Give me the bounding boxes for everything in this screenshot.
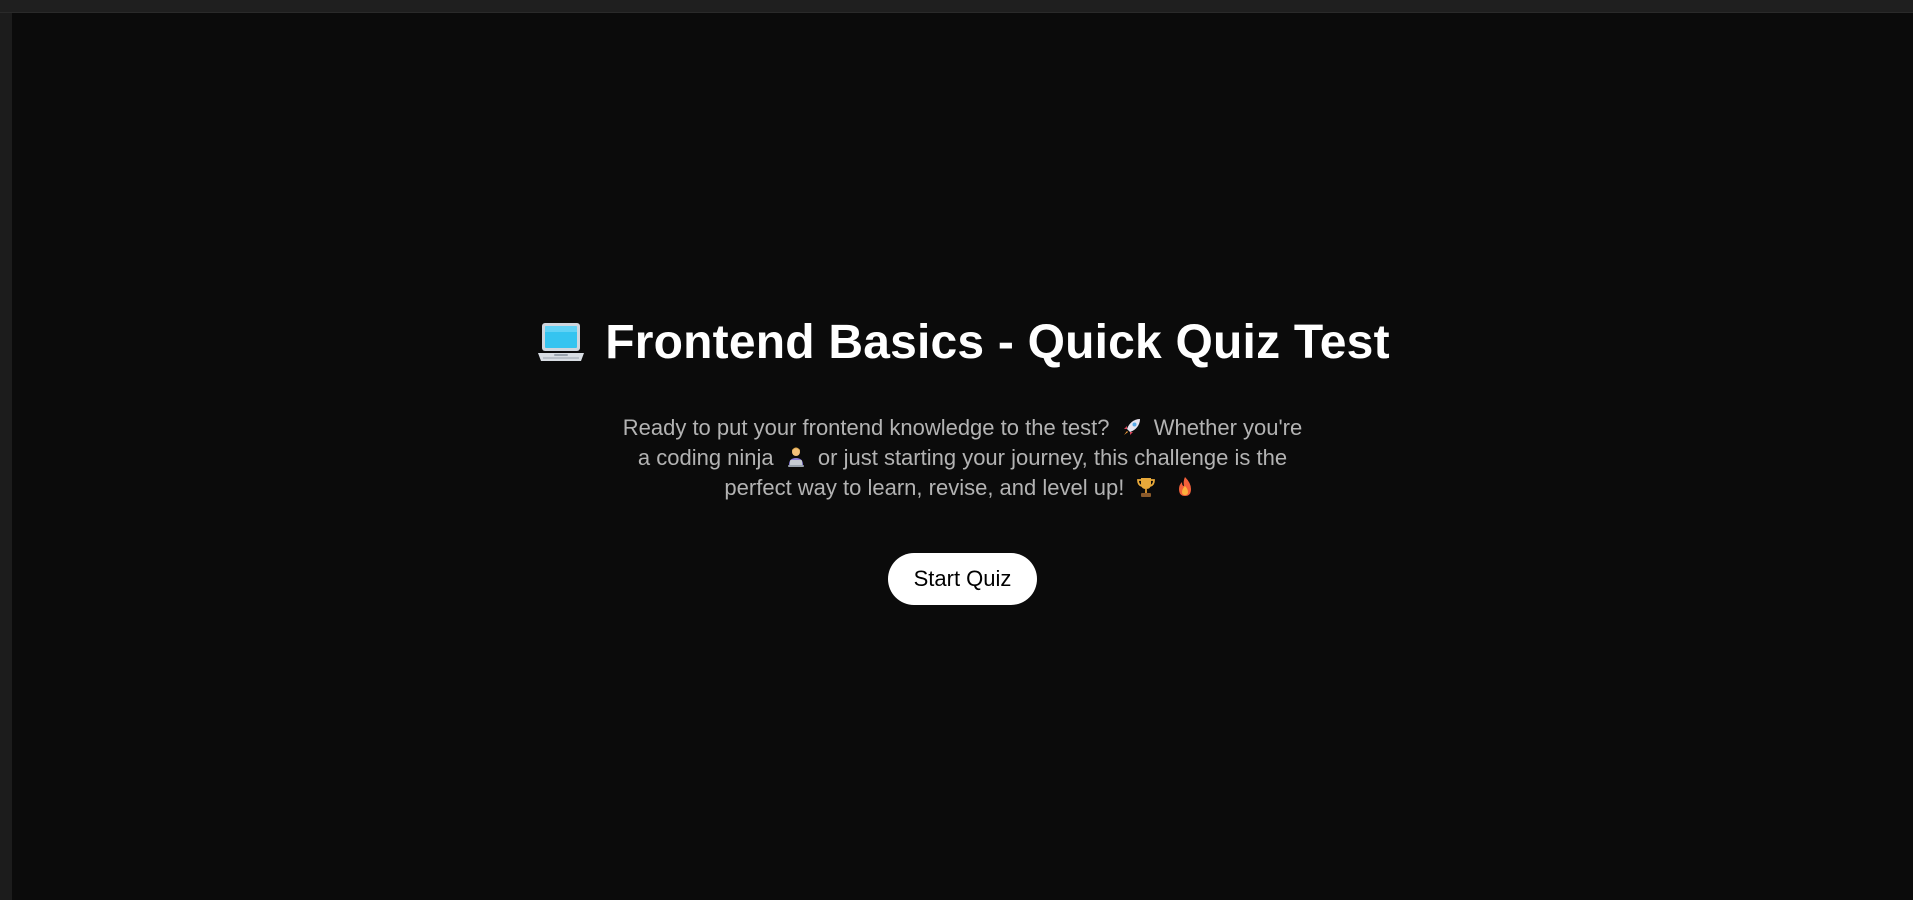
page-frame: Frontend Basics - Quick Quiz Test Ready …: [12, 13, 1913, 900]
description-text-3: or just starting your journey, this chal…: [724, 445, 1288, 500]
page-title-text: Frontend Basics - Quick Quiz Test: [605, 316, 1390, 369]
description-text-1: Ready to put your frontend knowledge to …: [622, 415, 1110, 440]
technologist-icon: [784, 445, 808, 469]
window-top-bar: [0, 0, 1913, 13]
start-quiz-button[interactable]: Start Quiz: [887, 553, 1038, 605]
fire-icon: [1173, 475, 1197, 499]
page-description: Ready to put your frontend knowledge to …: [623, 413, 1303, 503]
hero-section: Frontend Basics - Quick Quiz Test Ready …: [12, 313, 1913, 605]
rocket-icon: [1120, 415, 1144, 439]
page-title: Frontend Basics - Quick Quiz Test: [535, 313, 1390, 373]
laptop-icon: [535, 319, 587, 367]
trophy-icon: [1134, 475, 1158, 499]
